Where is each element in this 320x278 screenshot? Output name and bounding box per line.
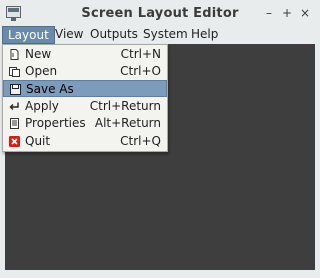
menu-item-properties[interactable]: Properties Alt+Return bbox=[3, 115, 167, 132]
menu-item-open[interactable]: Open Ctrl+O bbox=[3, 63, 167, 80]
menu-item-label: Properties bbox=[25, 116, 86, 130]
menu-item-new[interactable]: New Ctrl+N bbox=[3, 46, 167, 63]
menu-item-label: New bbox=[25, 47, 52, 61]
menu-item-shortcut: Ctrl+Return bbox=[89, 99, 161, 113]
apply-icon bbox=[9, 102, 19, 110]
properties-icon bbox=[10, 118, 19, 129]
menu-outputs[interactable]: Outputs bbox=[85, 26, 143, 44]
layout-dropdown-menu: New Ctrl+N Open Ctrl+O Save As Apply Ctr… bbox=[2, 44, 168, 152]
maximize-button[interactable]: + bbox=[280, 6, 294, 20]
menu-system[interactable]: System bbox=[138, 26, 193, 44]
save-icon bbox=[10, 84, 21, 95]
menu-item-label: Open bbox=[25, 64, 58, 78]
menu-item-save-as[interactable]: Save As bbox=[3, 80, 167, 97]
main-window: Screen Layout Editor – + × Layout View O… bbox=[0, 0, 320, 278]
title-bar[interactable]: Screen Layout Editor – + × bbox=[0, 0, 320, 28]
menu-help[interactable]: Help bbox=[186, 26, 223, 44]
menu-item-apply[interactable]: Apply Ctrl+Return bbox=[3, 98, 167, 115]
new-document-icon bbox=[10, 49, 19, 60]
menu-item-label: Quit bbox=[25, 134, 51, 148]
menu-item-shortcut: Alt+Return bbox=[94, 116, 161, 130]
menu-view[interactable]: View bbox=[50, 26, 88, 44]
menu-item-quit[interactable]: Quit Ctrl+Q bbox=[3, 133, 167, 150]
menu-item-shortcut: Ctrl+Q bbox=[120, 134, 161, 148]
menu-item-shortcut: Ctrl+O bbox=[120, 64, 161, 78]
minimize-button[interactable]: – bbox=[262, 6, 276, 20]
menu-bar: Layout View Outputs System Help bbox=[0, 26, 320, 44]
menu-item-label: Apply bbox=[25, 99, 59, 113]
menu-layout[interactable]: Layout bbox=[2, 26, 55, 44]
menu-item-label: Save As bbox=[26, 82, 74, 96]
open-icon bbox=[9, 67, 20, 77]
close-button[interactable]: × bbox=[298, 6, 312, 20]
quit-icon bbox=[9, 136, 20, 147]
menu-item-shortcut: Ctrl+N bbox=[120, 47, 161, 61]
